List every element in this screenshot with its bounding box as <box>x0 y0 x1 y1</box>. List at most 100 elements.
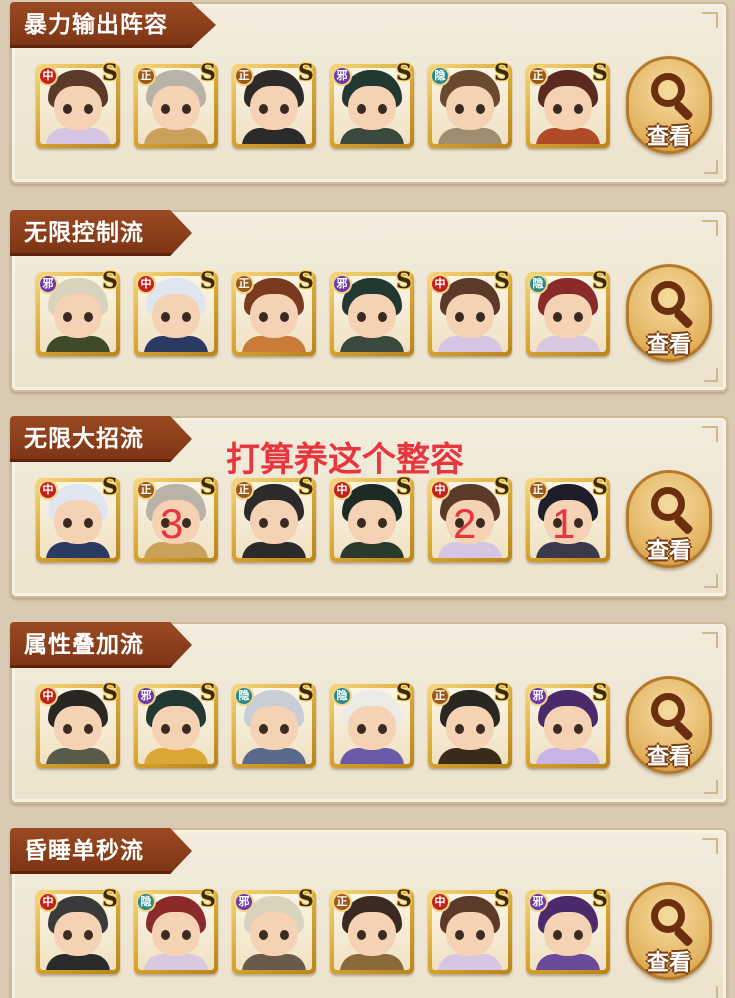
hero-outfit <box>46 748 110 764</box>
hero-outfit <box>242 748 306 764</box>
hero-face <box>152 706 200 750</box>
hero-card[interactable]: 正S <box>232 269 316 356</box>
hero-card[interactable]: 中S <box>330 475 414 562</box>
hero-eye <box>378 312 387 322</box>
hero-outfit <box>144 128 208 144</box>
hero-outfit <box>438 954 502 970</box>
faction-badge: 正 <box>136 480 156 500</box>
hero-card[interactable]: 邪S <box>330 269 414 356</box>
hero-card[interactable]: 中S <box>36 681 120 768</box>
lineup-title: 昏睡单秒流 <box>10 828 192 874</box>
rank-s-icon: S <box>200 680 216 706</box>
faction-badge: 中 <box>38 686 58 706</box>
hero-eye <box>182 930 191 940</box>
view-button-label: 查看 <box>646 951 691 976</box>
hero-face <box>250 912 298 956</box>
rank-s-icon: S <box>494 886 510 912</box>
hero-eye <box>574 930 583 940</box>
faction-badge: 邪 <box>528 892 548 912</box>
view-button[interactable]: 查看 <box>626 56 712 154</box>
hero-eye <box>63 930 72 940</box>
faction-badge: 正 <box>528 480 548 500</box>
hero-face <box>250 86 298 130</box>
hero-face <box>152 294 200 338</box>
hero-eye <box>455 930 464 940</box>
panel-corner-ornament <box>704 780 718 794</box>
rank-s-icon: S <box>200 60 216 86</box>
faction-badge: 正 <box>528 66 548 86</box>
hero-eye <box>161 724 170 734</box>
faction-badge: 中 <box>332 480 352 500</box>
hero-card[interactable]: 中S <box>428 268 512 356</box>
hero-face <box>544 706 592 750</box>
hero-eye <box>378 724 387 734</box>
hero-eye <box>574 312 583 322</box>
hero-eye <box>574 724 583 734</box>
rank-s-icon: S <box>494 680 510 706</box>
hero-outfit <box>242 542 306 558</box>
lineup-title: 暴力输出阵容 <box>10 2 216 48</box>
hero-eye <box>259 312 268 322</box>
hero-eye <box>259 518 268 528</box>
faction-badge: 中 <box>38 66 58 86</box>
hero-card[interactable]: 正S <box>232 61 316 148</box>
hero-eye <box>357 518 366 528</box>
hero-card[interactable]: 正S <box>526 61 610 148</box>
hero-row: 邪S中S正S邪S中S隐S <box>36 268 610 356</box>
hero-card[interactable]: 邪S <box>232 887 316 974</box>
rank-s-icon: S <box>396 886 412 912</box>
hero-eye <box>84 518 93 528</box>
hero-face <box>250 706 298 750</box>
hero-eye <box>259 930 268 940</box>
view-button[interactable]: 查看 <box>626 470 712 568</box>
hero-card[interactable]: 隐S <box>526 269 610 356</box>
lineup-panel: 无限控制流邪 S 中 S 正 S 邪 S 中 S 隐 S 查看 <box>10 210 728 392</box>
view-button-label: 查看 <box>646 125 691 150</box>
hero-face <box>348 912 396 956</box>
hero-outfit <box>438 748 502 764</box>
hero-card[interactable]: 隐S <box>134 886 218 974</box>
lineup-title: 属性叠加流 <box>10 622 192 668</box>
hero-card[interactable]: 正S <box>232 475 316 562</box>
hero-card[interactable]: 中S <box>36 61 120 148</box>
hero-row: 中S邪S隐S隐S正S邪S <box>36 680 610 768</box>
hero-card[interactable]: 正S <box>428 680 512 768</box>
faction-badge: 邪 <box>234 892 254 912</box>
hero-card[interactable]: 邪S <box>526 887 610 974</box>
hero-card[interactable]: 邪S <box>330 61 414 148</box>
faction-badge: 中 <box>38 892 58 912</box>
hero-card[interactable]: 中S <box>36 475 120 562</box>
view-button[interactable]: 查看 <box>626 264 712 362</box>
hero-outfit <box>46 542 110 558</box>
hero-card[interactable]: 邪S <box>36 268 120 356</box>
hero-card[interactable]: 中S <box>428 886 512 974</box>
hero-face <box>54 706 102 750</box>
hero-eye <box>63 518 72 528</box>
hero-outfit <box>340 748 404 764</box>
hero-card[interactable]: 隐S <box>232 681 316 768</box>
hero-card[interactable]: 隐S <box>330 681 414 768</box>
hero-face <box>54 294 102 338</box>
rank-s-icon: S <box>102 268 118 294</box>
hero-card[interactable]: 正S <box>134 60 218 148</box>
view-button[interactable]: 查看 <box>626 676 712 774</box>
hero-card[interactable]: 中S <box>36 887 120 974</box>
hero-outfit <box>438 128 502 144</box>
hero-outfit <box>144 336 208 352</box>
hero-card[interactable]: 中S <box>134 269 218 356</box>
hero-card[interactable]: 正S <box>330 886 414 974</box>
rank-s-icon: S <box>592 680 608 706</box>
hero-face <box>446 294 494 338</box>
hero-card[interactable]: 邪S <box>134 680 218 768</box>
hero-eye <box>63 312 72 322</box>
hero-eye <box>378 104 387 114</box>
view-button[interactable]: 查看 <box>626 882 712 980</box>
hero-card[interactable]: 邪S <box>526 680 610 768</box>
rank-s-icon: S <box>200 886 216 912</box>
rank-s-icon: S <box>494 268 510 294</box>
hero-outfit <box>340 336 404 352</box>
hero-outfit <box>144 748 208 764</box>
hero-eye <box>182 312 191 322</box>
faction-badge: 隐 <box>136 892 156 912</box>
hero-card[interactable]: 隐S <box>428 61 512 148</box>
